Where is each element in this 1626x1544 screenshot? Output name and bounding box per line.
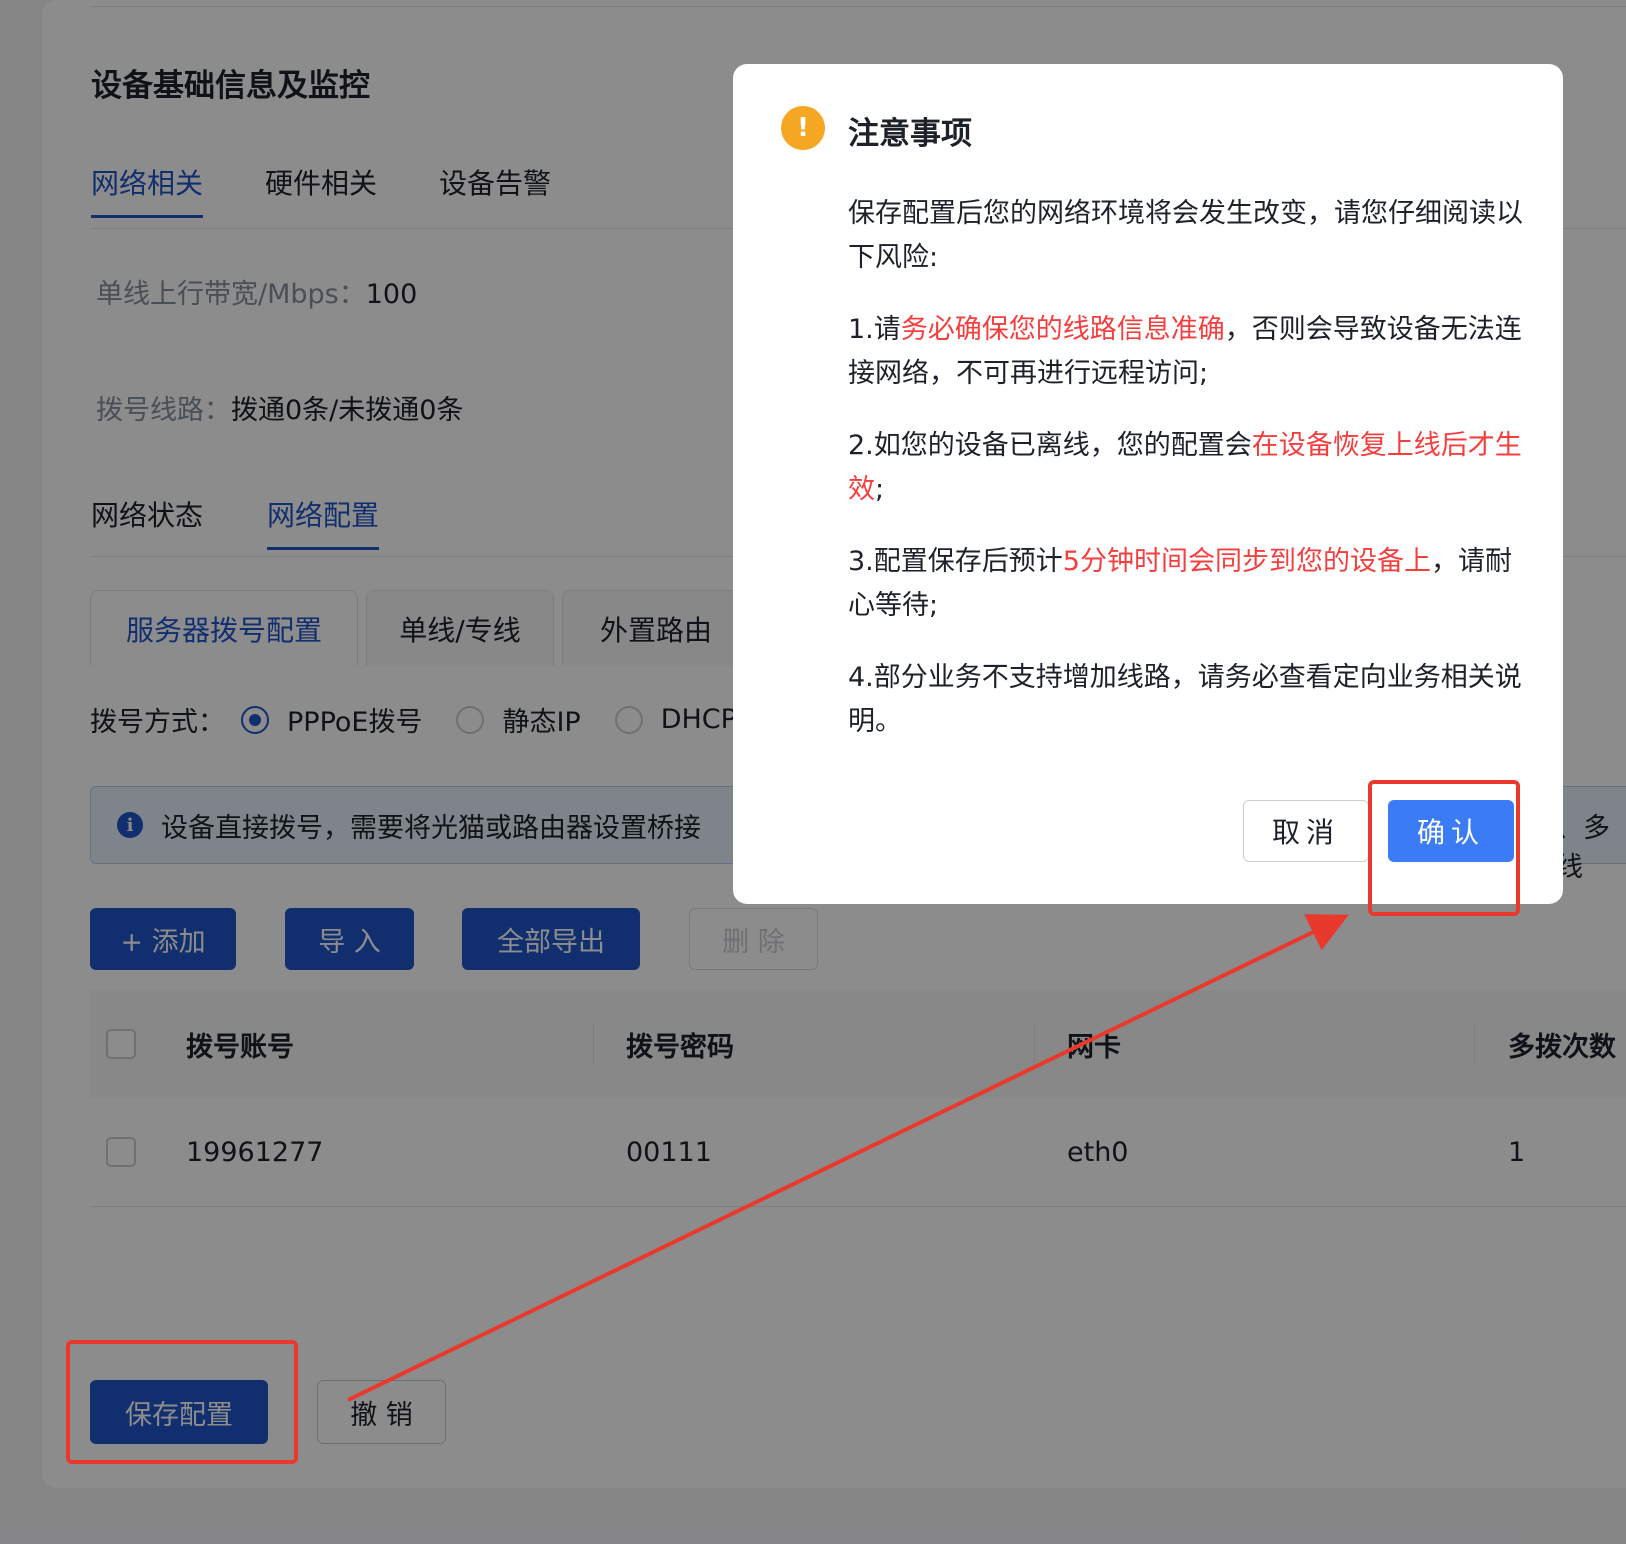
modal-item-2: 2.如您的设备已离线，您的配置会在设备恢复上线后才生效; — [848, 424, 1528, 512]
modal-confirm-button[interactable]: 确认 — [1388, 800, 1514, 862]
modal-item-2-post: ; — [875, 474, 885, 505]
modal-cancel-button[interactable]: 取消 — [1243, 800, 1369, 862]
modal-item-1-highlight: 务必确保您的线路信息准确 — [900, 314, 1225, 345]
notice-modal: ! 注意事项 保存配置后您的网络环境将会发生改变，请您仔细阅读以下风险: 1.请… — [733, 64, 1563, 904]
modal-item-1: 1.请务必确保您的线路信息准确，否则会导致设备无法连接网络，不可再进行远程访问; — [848, 308, 1528, 396]
modal-item-4: 4.部分业务不支持增加线路，请务必查看定向业务相关说明。 — [848, 656, 1528, 744]
modal-item-1-pre: 1.请 — [848, 314, 901, 345]
warning-icon: ! — [781, 106, 825, 150]
modal-intro: 保存配置后您的网络环境将会发生改变，请您仔细阅读以下风险: — [848, 198, 1523, 273]
modal-item-3-highlight: 5分钟时间会同步到您的设备上 — [1062, 546, 1431, 577]
modal-item-2-pre: 2.如您的设备已离线，您的配置会 — [848, 430, 1252, 461]
modal-item-3: 3.配置保存后预计5分钟时间会同步到您的设备上，请耐心等待; — [848, 540, 1528, 628]
modal-title: 注意事项 — [848, 116, 972, 152]
modal-body: 保存配置后您的网络环境将会发生改变，请您仔细阅读以下风险: 1.请务必确保您的线… — [848, 192, 1528, 772]
modal-item-3-pre: 3.配置保存后预计 — [848, 546, 1063, 577]
modal-item-4-pre: 4.部分业务不支持增加线路，请务必查看定向业务相关说明。 — [848, 662, 1522, 737]
